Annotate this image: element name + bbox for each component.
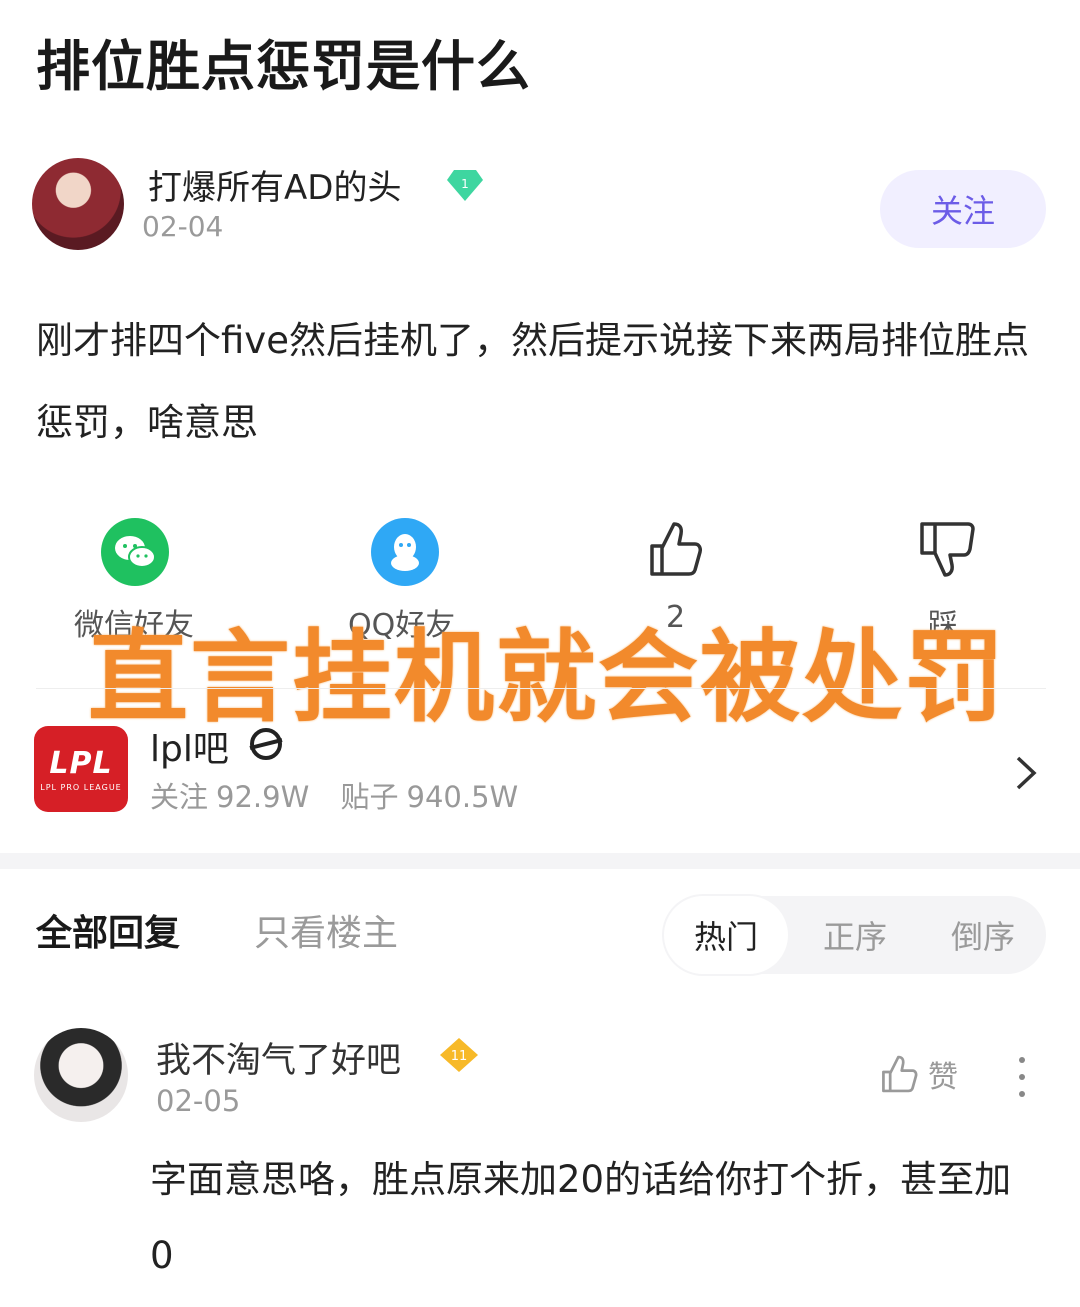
- post-title: 排位胜点惩罚是什么: [36, 35, 531, 98]
- reply-avatar[interactable]: [34, 1028, 128, 1122]
- chevron-right-icon[interactable]: [1010, 754, 1040, 792]
- thumbs-down-icon: [920, 522, 975, 577]
- author-name[interactable]: 打爆所有AD的头: [148, 160, 401, 209]
- thumbs-up-icon: [882, 1055, 918, 1093]
- like-post-button[interactable]: [620, 518, 730, 584]
- dislike-post-button[interactable]: [890, 518, 1000, 584]
- tab-op-only[interactable]: 只看楼主: [254, 904, 398, 956]
- forum-logo-subtext: LPL PRO LEAGUE: [40, 783, 122, 792]
- forum-name[interactable]: lpl吧: [150, 720, 229, 772]
- post-date: 02-04: [142, 210, 224, 243]
- forum-stats: 关注 92.9W 贴子 940.5W: [150, 774, 540, 816]
- wechat-icon: [101, 518, 169, 586]
- sort-toggle: 热门 正序 倒序: [664, 896, 1046, 974]
- forum-logo[interactable]: LPL LPL PRO LEAGUE: [34, 726, 128, 812]
- reply-body: 字面意思咯，胜点原来加20的话给你打个折，甚至加0: [150, 1158, 1012, 1277]
- follow-button[interactable]: 关注: [880, 170, 1046, 248]
- forum-logo-text: LPL: [49, 746, 113, 781]
- more-options-icon[interactable]: [1014, 1054, 1030, 1100]
- sort-hot[interactable]: 热门: [664, 896, 788, 974]
- forum-posts: 贴子 940.5W: [340, 780, 518, 814]
- qq-icon: [371, 518, 439, 586]
- post-body: 刚才排四个five然后挂机了，然后提示说接下来两局排位胜点惩罚，啥意思: [36, 319, 1029, 444]
- sort-ascending[interactable]: 正序: [792, 896, 918, 974]
- section-divider: [0, 853, 1080, 869]
- followers-label: 关注: [150, 780, 209, 814]
- tab-all-replies[interactable]: 全部回复: [36, 904, 180, 956]
- level-badge-icon: 11: [440, 1038, 478, 1072]
- reply-author-name[interactable]: 我不淘气了好吧: [156, 1032, 401, 1083]
- posts-value: 940.5W: [406, 780, 519, 814]
- forum-followers: 关注 92.9W: [150, 780, 309, 814]
- share-qq-button[interactable]: [350, 518, 460, 586]
- sort-descending[interactable]: 倒序: [920, 896, 1046, 974]
- reply-date: 02-05: [156, 1084, 241, 1118]
- official-badge-icon: [249, 728, 283, 760]
- level-gem-icon: 1: [447, 170, 483, 201]
- reply-like-label: 赞: [928, 1060, 958, 1095]
- followers-value: 92.9W: [216, 780, 310, 814]
- level-gem-number: 1: [461, 177, 469, 191]
- share-wechat-button[interactable]: [80, 518, 190, 586]
- level-badge-number: 11: [451, 1049, 468, 1064]
- reply-like-button[interactable]: 赞: [878, 1052, 958, 1096]
- posts-label: 贴子: [340, 780, 399, 814]
- divider: [36, 688, 1046, 689]
- author-avatar[interactable]: [32, 158, 124, 250]
- thumbs-up-icon: [650, 522, 702, 576]
